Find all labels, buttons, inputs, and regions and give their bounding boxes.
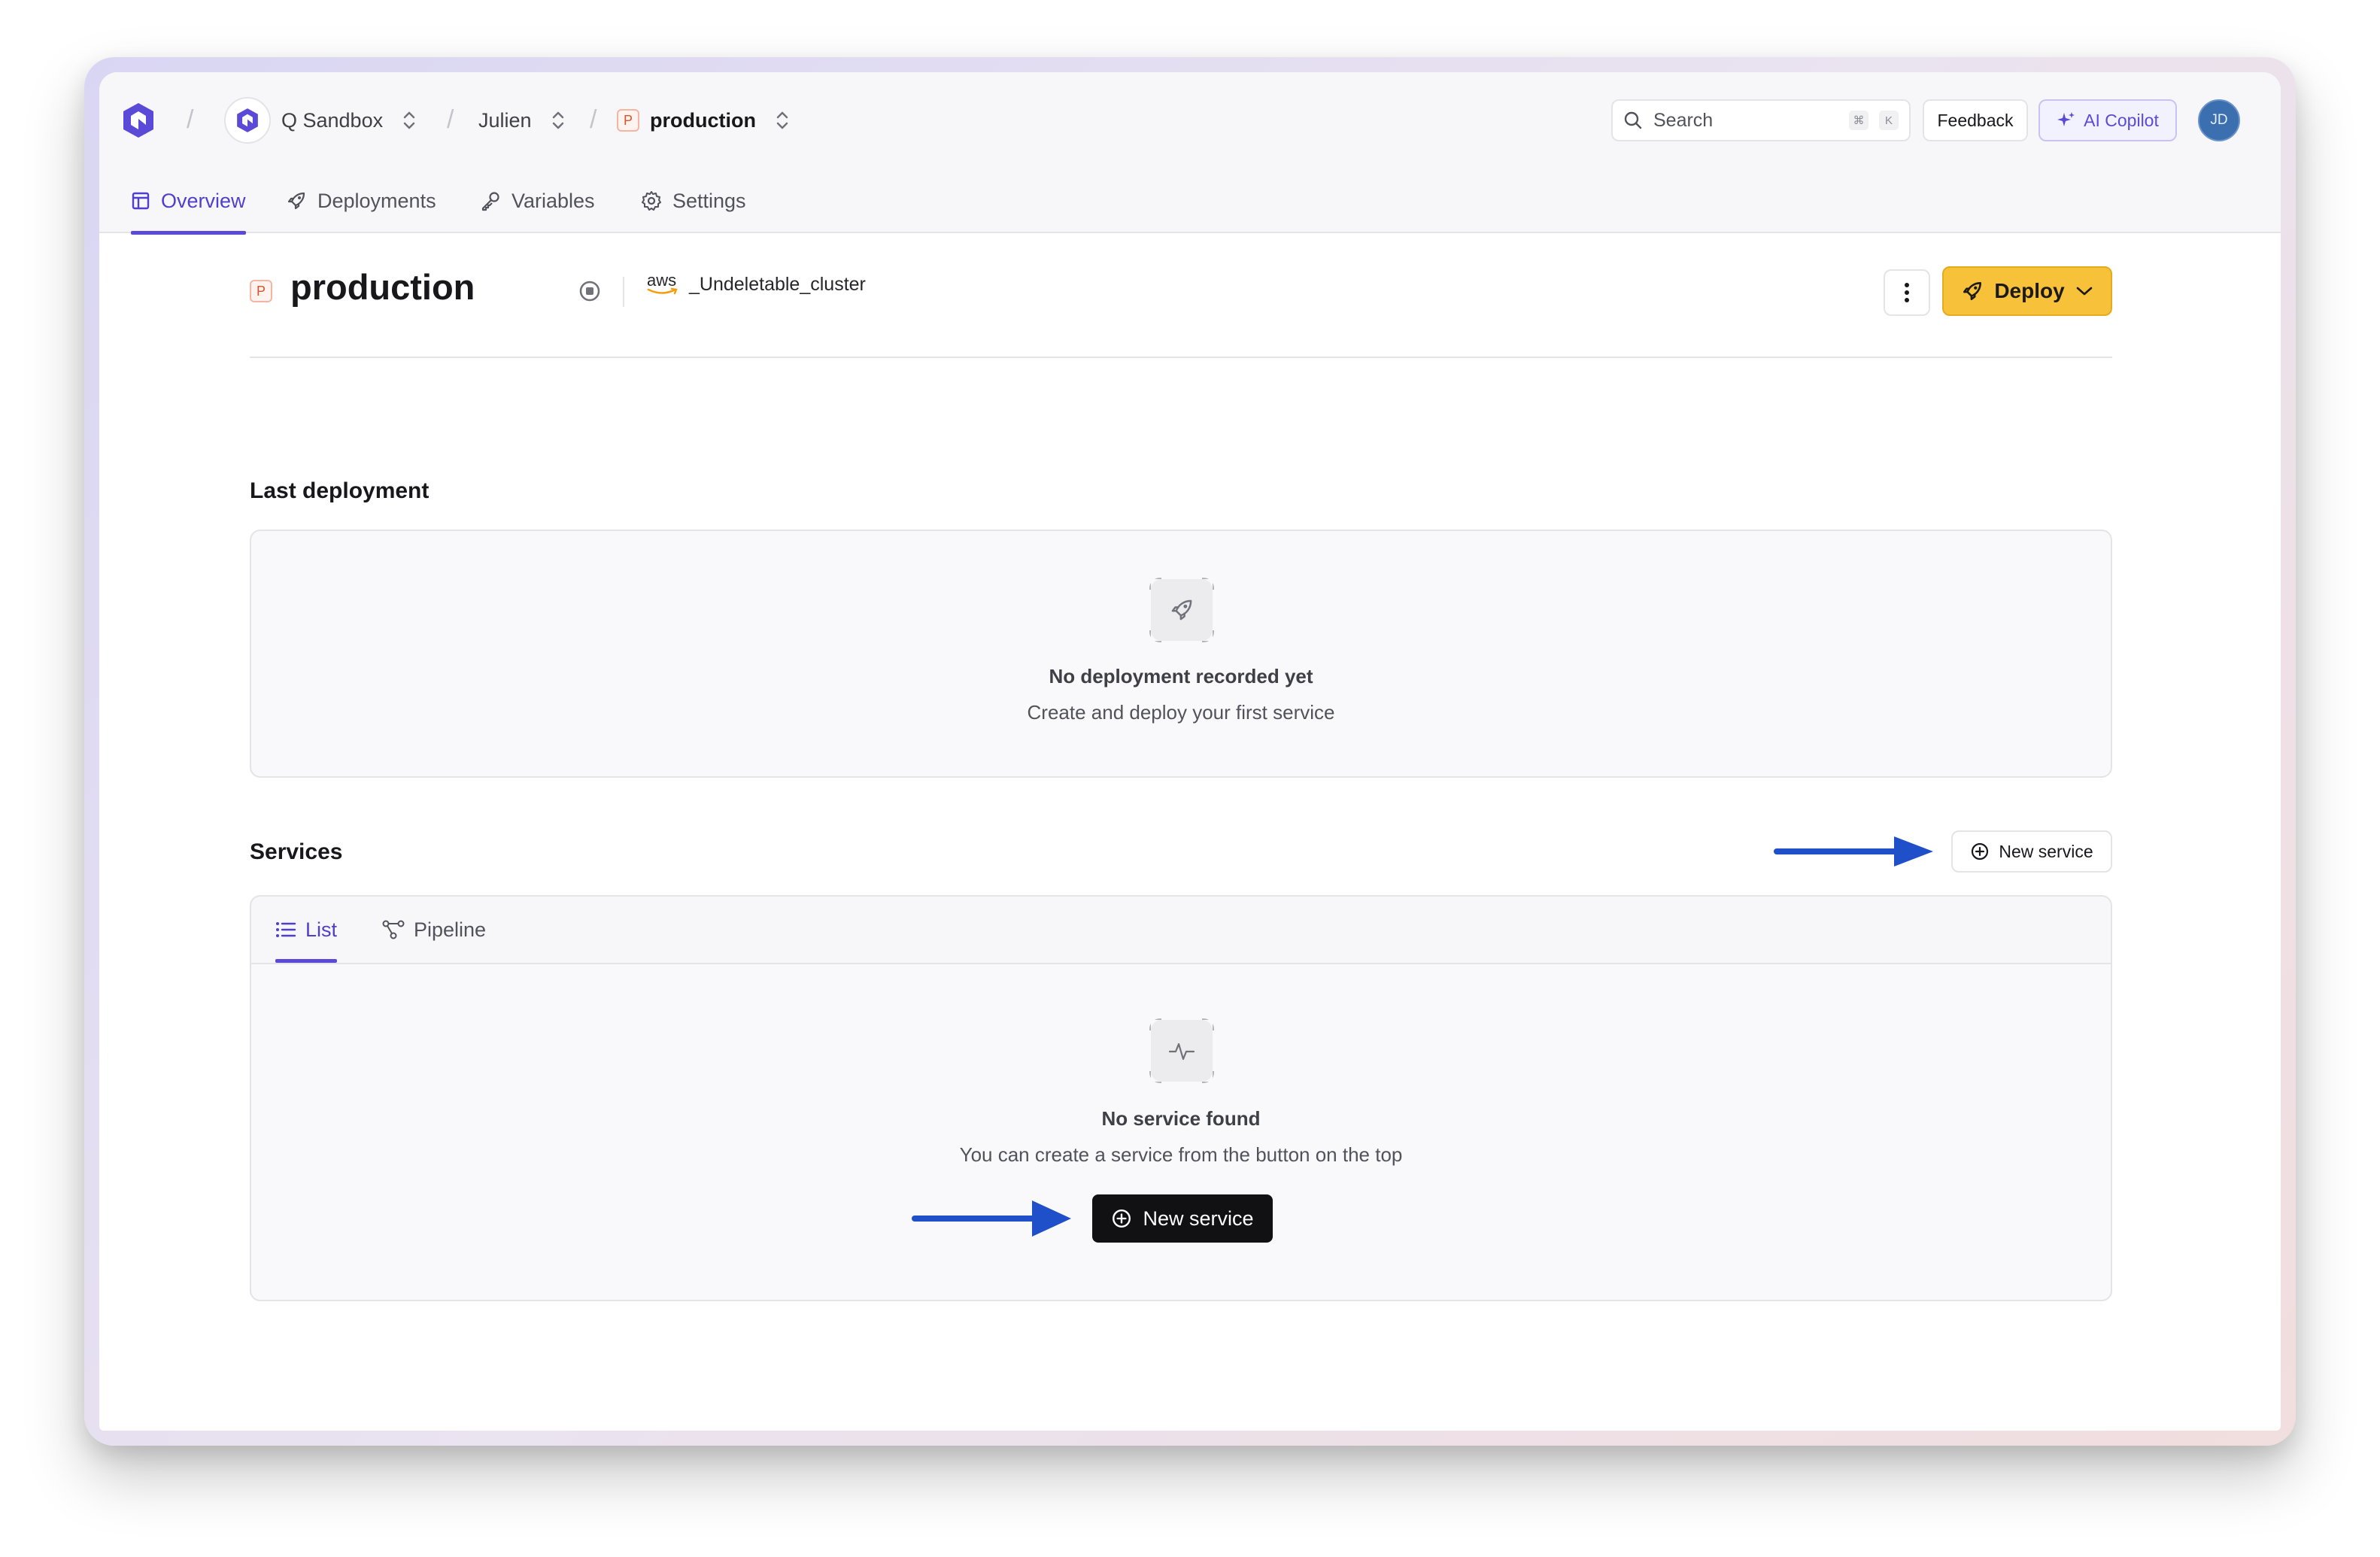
- new-service-button[interactable]: New service: [1951, 830, 2112, 873]
- layout-icon: [132, 192, 150, 210]
- stopped-status-icon: [579, 281, 600, 302]
- key-icon: [481, 192, 499, 211]
- breadcrumb-separator: /: [187, 105, 194, 134]
- search-icon: [1624, 111, 1642, 129]
- organization-name: Q Sandbox: [281, 108, 384, 132]
- search-placeholder: Search: [1653, 109, 1714, 131]
- empty-deployment-subtitle: Create and deploy your first service: [1027, 701, 1335, 724]
- create-service-label: New service: [1143, 1206, 1254, 1230]
- project-name: Julien: [478, 108, 532, 132]
- shortcut-mod-key: ⌘: [1849, 111, 1868, 130]
- list-icon: [276, 922, 296, 937]
- new-service-label: New service: [1999, 841, 2093, 861]
- cluster-info[interactable]: aws _Undeletable_cluster: [647, 272, 866, 296]
- chevron-up-down-icon: [403, 111, 415, 129]
- user-initials: JD: [2210, 112, 2228, 128]
- tab-overview-label: Overview: [161, 189, 246, 212]
- last-deployment-title: Last deployment: [250, 478, 430, 503]
- breadcrumb-project[interactable]: Julien: [478, 95, 566, 146]
- tab-deployments-label: Deployments: [317, 189, 436, 212]
- nav-row: / Q Sandbox / Julien / P production Sear…: [99, 72, 2281, 168]
- feedback-button[interactable]: Feedback: [1923, 99, 2028, 141]
- tab-pipeline-label: Pipeline: [414, 918, 487, 941]
- annotation-arrow-icon: [1774, 836, 1933, 867]
- pipeline-icon: [382, 920, 405, 939]
- app-window: / Q Sandbox / Julien / P production Sear…: [99, 72, 2281, 1431]
- feedback-label: Feedback: [1937, 110, 2014, 130]
- breadcrumb-separator: /: [590, 105, 597, 134]
- tab-deployments[interactable]: Deployments: [286, 168, 436, 233]
- rocket-icon: [1171, 599, 1192, 621]
- deploy-button[interactable]: Deploy: [1942, 266, 2112, 316]
- chevron-down-icon: [2076, 287, 2092, 296]
- chevron-up-down-icon: [552, 111, 563, 129]
- last-deployment-empty-card: No deployment recorded yet Create and de…: [250, 530, 2112, 778]
- rocket-icon: [287, 192, 305, 210]
- empty-service-placeholder: [1149, 1018, 1214, 1083]
- gear-icon: [642, 191, 661, 211]
- activity-icon: [1168, 1043, 1195, 1061]
- tab-overview[interactable]: Overview: [131, 168, 246, 235]
- cluster-provider: aws: [647, 271, 677, 290]
- empty-deployment-placeholder: [1149, 578, 1214, 642]
- ai-copilot-button[interactable]: AI Copilot: [2038, 99, 2177, 141]
- top-bar: / Q Sandbox / Julien / P production Sear…: [99, 72, 2281, 235]
- breadcrumb-environment[interactable]: P production: [617, 95, 791, 146]
- header-divider: [623, 277, 624, 307]
- ai-copilot-label: AI Copilot: [2084, 110, 2159, 130]
- tab-list[interactable]: List: [275, 897, 338, 963]
- user-avatar[interactable]: JD: [2198, 99, 2240, 141]
- empty-service-title: No service found: [1101, 1107, 1261, 1130]
- services-empty-state: No service found You can create a servic…: [250, 963, 2112, 1301]
- more-vertical-icon: [1905, 283, 1909, 302]
- breadcrumb-organization[interactable]: Q Sandbox: [224, 95, 417, 146]
- services-view-tabs: List Pipeline: [251, 897, 2111, 963]
- more-options-button[interactable]: [1884, 269, 1930, 316]
- tab-variables-label: Variables: [512, 189, 595, 212]
- main-tabs: Overview Deployments Variables Settings: [99, 168, 2281, 235]
- page-header: P production aws _Undeletable_cluster De…: [250, 233, 2112, 358]
- services-title: Services: [250, 839, 343, 864]
- environment-badge: P: [250, 280, 272, 302]
- create-service-button[interactable]: New service: [1092, 1194, 1273, 1243]
- app-logo-icon[interactable]: [119, 101, 158, 140]
- rocket-icon: [1963, 282, 1982, 300]
- tab-pipeline[interactable]: Pipeline: [382, 897, 486, 963]
- organization-logo-icon: [224, 97, 271, 144]
- chevron-up-down-icon: [776, 111, 788, 129]
- cluster-name: _Undeletable_cluster: [689, 273, 866, 295]
- environment-name: production: [650, 108, 756, 132]
- tab-settings-label: Settings: [672, 189, 746, 212]
- empty-deployment-title: No deployment recorded yet: [1049, 665, 1313, 687]
- services-panel: List Pipeline No service found You can c…: [250, 895, 2112, 1301]
- breadcrumb-separator: /: [447, 105, 454, 134]
- plus-circle-icon: [1113, 1209, 1131, 1228]
- plus-circle-icon: [1972, 842, 1989, 860]
- deploy-label: Deploy: [1994, 279, 2065, 302]
- shortcut-k-key: K: [1879, 111, 1899, 130]
- tab-settings[interactable]: Settings: [641, 168, 746, 233]
- environment-badge: P: [617, 109, 639, 132]
- sparkles-icon: [2057, 112, 2075, 126]
- aws-logo-icon: aws: [647, 272, 678, 296]
- annotation-arrow-icon: [912, 1200, 1071, 1237]
- empty-service-subtitle: You can create a service from the button…: [959, 1143, 1403, 1166]
- tab-variables[interactable]: Variables: [480, 168, 595, 233]
- search-box[interactable]: Search ⌘ K: [1611, 99, 1911, 141]
- tab-list-label: List: [305, 918, 338, 941]
- page-title: production: [290, 267, 475, 307]
